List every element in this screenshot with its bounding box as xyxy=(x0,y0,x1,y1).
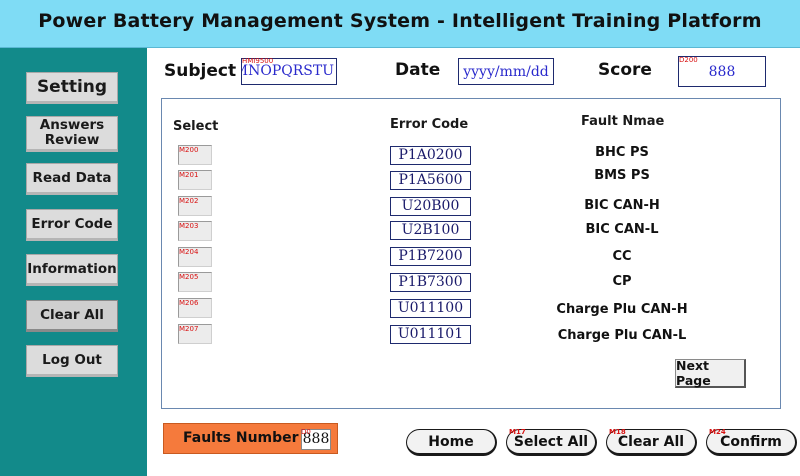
checkbox-tag: M206 xyxy=(179,299,199,307)
read-data-button[interactable]: Read Data xyxy=(26,163,118,195)
clear-all-button[interactable]: M18 Clear All xyxy=(606,429,697,456)
confirm-tag: M24 xyxy=(709,428,726,436)
fault-name-column-header: Fault Nmae xyxy=(581,114,665,129)
error-code-column-header: Error Code xyxy=(390,117,469,132)
fault-name: CP xyxy=(612,274,632,289)
select-checkbox[interactable]: M203 xyxy=(178,221,212,241)
select-checkbox[interactable]: M204 xyxy=(178,247,212,267)
checkbox-tag: M207 xyxy=(179,325,199,333)
date-field[interactable]: yyyy/mm/dd xyxy=(458,58,554,85)
error-code-value: U20B00 xyxy=(390,197,471,216)
fault-name: CC xyxy=(612,249,632,264)
error-code-button[interactable]: Error Code xyxy=(26,209,118,241)
checkbox-tag: M204 xyxy=(179,248,199,256)
next-page-button[interactable]: Next Page xyxy=(675,358,746,388)
clear-all-button-label: Clear All xyxy=(617,433,685,450)
fault-name: BIC CAN-H xyxy=(584,198,660,213)
sidebar: Setting Answers Review Read Data Error C… xyxy=(0,48,147,476)
select-checkbox[interactable]: M205 xyxy=(178,272,212,292)
select-checkbox[interactable]: M202 xyxy=(178,196,212,216)
information-button[interactable]: Information xyxy=(26,254,118,286)
select-all-tag: M17 xyxy=(509,428,526,436)
fault-name: BIC CAN-L xyxy=(585,222,659,237)
score-tag: D200 xyxy=(679,56,698,64)
error-code-value: U2B100 xyxy=(390,221,471,240)
confirm-button[interactable]: M24 Confirm xyxy=(706,429,797,456)
log-out-button[interactable]: Log Out xyxy=(26,345,118,377)
select-checkbox[interactable]: M200 xyxy=(178,145,212,165)
error-code-value: P1A0200 xyxy=(390,146,471,165)
checkbox-tag: M205 xyxy=(179,273,199,281)
error-code-value: U011100 xyxy=(390,299,471,318)
checkbox-tag: M200 xyxy=(179,146,199,154)
clear-all-tag: M18 xyxy=(609,428,626,436)
select-column-header: Select xyxy=(173,119,219,134)
select-all-button[interactable]: M17 Select All xyxy=(506,429,597,456)
subject-tag: HMI9500 xyxy=(242,57,274,65)
fault-name: Charge Plu CAN-H xyxy=(556,302,688,317)
faults-number-box: Faults Number 888 D0 xyxy=(163,423,338,454)
select-checkbox[interactable]: M206 xyxy=(178,298,212,318)
error-code-value: P1A5600 xyxy=(390,171,471,190)
error-code-value: P1B7300 xyxy=(390,273,471,292)
error-code-value: U011101 xyxy=(390,325,471,344)
date-label: Date xyxy=(395,60,441,80)
fault-name: Charge Plu CAN-L xyxy=(557,328,687,343)
checkbox-tag: M203 xyxy=(179,222,199,230)
app-title: Power Battery Management System - Intell… xyxy=(38,10,762,32)
error-code-panel: Select Error Code Fault Nmae M200 P1A020… xyxy=(161,98,781,409)
confirm-button-label: Confirm xyxy=(720,433,782,450)
setting-button[interactable]: Setting xyxy=(26,72,118,104)
title-bar: Power Battery Management System - Intell… xyxy=(0,0,800,48)
checkbox-tag: M201 xyxy=(179,171,199,179)
subject-value: LMNOPQRSTU xyxy=(242,63,334,79)
faults-number-tag: D0 xyxy=(301,428,311,436)
error-code-value: P1B7200 xyxy=(390,247,471,266)
subject-label: Subject xyxy=(164,61,237,81)
fault-name: BMS PS xyxy=(594,168,650,183)
checkbox-tag: M202 xyxy=(179,197,199,205)
select-checkbox[interactable]: M207 xyxy=(178,324,212,344)
home-button[interactable]: Home xyxy=(406,429,497,456)
fault-name: BHC PS xyxy=(595,145,649,160)
select-checkbox[interactable]: M201 xyxy=(178,170,212,190)
clear-all-sidebar-button[interactable]: Clear All xyxy=(26,300,118,332)
home-button-label: Home xyxy=(428,433,474,450)
faults-number-label: Faults Number xyxy=(183,430,299,446)
answers-review-button[interactable]: Answers Review xyxy=(26,116,118,152)
score-label: Score xyxy=(598,60,652,80)
